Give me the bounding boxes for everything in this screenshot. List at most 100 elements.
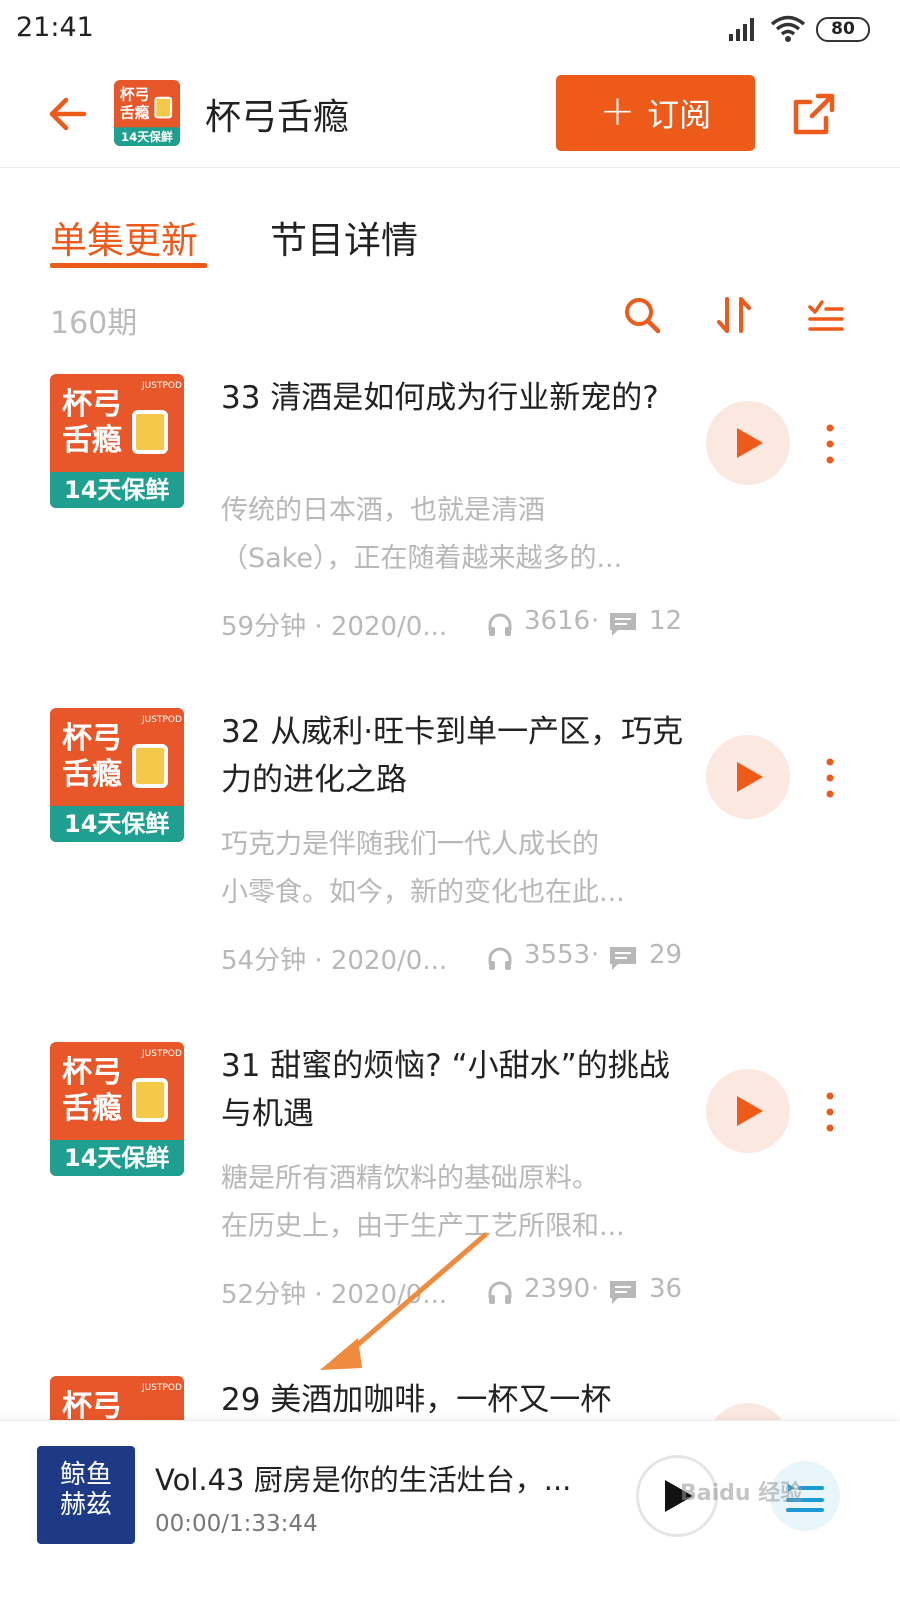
episode-item[interactable]: 杯弓 JUSTPOD 29 美酒加咖啡，一杯又一杯	[0, 1376, 900, 1420]
headphone-icon	[488, 1281, 512, 1304]
episode-cover: 杯弓 舌瘾 JUSTPOD 14天保鲜	[50, 1042, 184, 1176]
episode-count: 160期	[50, 306, 138, 341]
episode-play-button[interactable]	[706, 735, 790, 819]
episode-desc-line: 传统的日本酒，也就是清酒	[221, 495, 545, 526]
svg-text:14天保鲜: 14天保鲜	[121, 130, 173, 144]
episode-play-count: 3616	[524, 606, 591, 636]
more-vertical-icon[interactable]	[816, 1090, 844, 1134]
meta-separator: ·	[591, 606, 600, 636]
svg-text:舌瘾: 舌瘾	[62, 757, 122, 792]
episode-play-count: 2390	[524, 1274, 591, 1304]
watermark: Baidu 经验	[680, 1481, 803, 1506]
mini-player[interactable]: 鲸鱼 赫兹 Vol.43 厨房是你的生活灶台，... 00:00/1:33:44…	[0, 1420, 900, 1600]
episode-title[interactable]: 33 清酒是如何成为行业新宠的?	[221, 374, 691, 470]
headphone-icon	[488, 947, 512, 970]
episode-cover-art: 杯弓 JUSTPOD	[50, 1376, 184, 1420]
svg-text:14天保鲜: 14天保鲜	[64, 810, 169, 838]
svg-text:JUSTPOD: JUSTPOD	[141, 381, 182, 391]
svg-text:舌瘾: 舌瘾	[62, 1091, 122, 1126]
episode-desc-line: 巧克力是伴随我们一代人成长的	[221, 829, 599, 860]
share-icon[interactable]	[790, 90, 838, 138]
episode-play-button[interactable]	[706, 1069, 790, 1153]
svg-text:14天保鲜: 14天保鲜	[64, 1144, 169, 1172]
episode-play-button[interactable]	[706, 1403, 790, 1420]
episode-item[interactable]: 杯弓 舌瘾 JUSTPOD 14天保鲜 33 清酒是如何成为行业新宠的? 传统的…	[0, 374, 900, 708]
player-episode-title[interactable]: Vol.43 厨房是你的生活灶台，...	[155, 1457, 595, 1499]
meta-separator: ·	[591, 1274, 600, 1304]
tab-bar: 单集更新 节目详情	[0, 168, 900, 278]
play-icon	[737, 762, 763, 792]
episode-comment-count: 29	[649, 940, 683, 970]
episode-desc-line: 糖是所有酒精饮料的基础原料。	[221, 1163, 599, 1194]
player-cover: 鲸鱼 赫兹	[37, 1446, 135, 1544]
player-cover-text: 赫兹	[59, 1490, 112, 1520]
episode-cover-art: 杯弓 舌瘾 JUSTPOD 14天保鲜	[50, 1042, 184, 1176]
subscribe-label: 订阅	[647, 96, 712, 134]
episode-item[interactable]: 杯弓 舌瘾 JUSTPOD 14天保鲜 31 甜蜜的烦恼? “小甜水”的挑战与机…	[0, 1042, 900, 1376]
svg-text:14天保鲜: 14天保鲜	[64, 476, 169, 504]
episode-cover-art: 杯弓 舌瘾 JUSTPOD 14天保鲜	[50, 708, 184, 842]
episode-duration-date: 52分钟 · 2020/0...	[221, 1280, 448, 1310]
episode-desc-line: 小零食。如今，新的变化也在此...	[221, 877, 625, 908]
episode-item[interactable]: 杯弓 舌瘾 JUSTPOD 14天保鲜 32 从威利·旺卡到单一产区，巧克力的进…	[0, 708, 900, 1042]
episode-duration-date: 54分钟 · 2020/0...	[221, 946, 448, 976]
episode-desc-line: 在历史上，由于生产工艺所限和...	[221, 1211, 625, 1242]
player-cover-text: 鲸鱼	[59, 1460, 112, 1490]
episode-comment-count: 36	[649, 1274, 683, 1304]
episode-title[interactable]: 31 甜蜜的烦恼? “小甜水”的挑战与机遇	[221, 1042, 691, 1138]
podcast-title: 杯弓舌瘾	[205, 97, 350, 138]
svg-text:杯弓: 杯弓	[62, 387, 122, 422]
wifi-icon	[770, 15, 806, 42]
episode-title[interactable]: 32 从威利·旺卡到单一产区，巧克力的进化之路	[221, 708, 691, 804]
comment-icon	[610, 1281, 636, 1304]
episode-cover: 杯弓 舌瘾 JUSTPOD 14天保鲜	[50, 708, 184, 842]
episode-description: 传统的日本酒，也就是清酒 （Sake），正在随着越来越多的...	[221, 487, 681, 583]
episode-meta: 52分钟 · 2020/0... 2390 · 36	[221, 1274, 691, 1314]
headphone-icon	[488, 613, 512, 636]
episode-meta: 59分钟 · 2020/0... 3616 · 12	[221, 606, 691, 646]
player-progress-time: 00:00/1:33:44	[155, 1511, 318, 1537]
status-time: 21:41	[16, 12, 94, 43]
filter-list-icon[interactable]	[804, 293, 848, 337]
top-app-bar: 杯弓 舌瘾 14天保鲜 杯弓舌瘾 + 订阅	[0, 62, 900, 168]
episode-desc-line: （Sake），正在随着越来越多的...	[221, 543, 623, 574]
search-icon[interactable]	[620, 293, 664, 337]
signal-icon	[729, 18, 754, 41]
svg-text:舌瘾: 舌瘾	[62, 423, 122, 458]
tab-episodes[interactable]: 单集更新	[50, 210, 198, 264]
tab-indicator	[50, 263, 207, 268]
episode-description: 巧克力是伴随我们一代人成长的 小零食。如今，新的变化也在此...	[221, 821, 681, 917]
svg-text:舌瘾: 舌瘾	[120, 103, 150, 121]
episode-comment-count: 12	[649, 606, 683, 636]
episode-duration-date: 59分钟 · 2020/0...	[221, 612, 448, 642]
comment-icon	[610, 613, 636, 636]
play-icon	[737, 428, 763, 458]
episode-cover-art: 杯弓 舌瘾 JUSTPOD 14天保鲜	[50, 374, 184, 508]
svg-text:JUSTPOD: JUSTPOD	[141, 715, 182, 725]
status-bar: 21:41 80	[0, 0, 900, 62]
episode-description: 糖是所有酒精饮料的基础原料。 在历史上，由于生产工艺所限和...	[221, 1155, 681, 1251]
sort-icon[interactable]	[712, 293, 756, 337]
meta-separator: ·	[591, 940, 600, 970]
svg-text:杯弓: 杯弓	[120, 87, 150, 104]
svg-text:杯弓: 杯弓	[62, 721, 122, 756]
episode-meta: 54分钟 · 2020/0... 3553 · 29	[221, 940, 691, 980]
battery-indicator: 80	[816, 17, 870, 42]
subscribe-button[interactable]: + 订阅	[556, 75, 755, 151]
tab-details[interactable]: 节目详情	[270, 210, 418, 264]
svg-text:JUSTPOD: JUSTPOD	[141, 1383, 182, 1393]
more-vertical-icon[interactable]	[816, 756, 844, 800]
podcast-cover-art: 杯弓 舌瘾 14天保鲜	[114, 80, 180, 146]
episode-cover: 杯弓 舌瘾 JUSTPOD 14天保鲜	[50, 374, 184, 508]
podcast-cover: 杯弓 舌瘾 14天保鲜	[114, 80, 180, 146]
svg-text:杯弓: 杯弓	[62, 1055, 122, 1090]
episode-cover: 杯弓 JUSTPOD	[50, 1376, 184, 1420]
more-vertical-icon[interactable]	[816, 422, 844, 466]
plus-icon: +	[599, 86, 636, 135]
episode-play-button[interactable]	[706, 401, 790, 485]
svg-text:JUSTPOD: JUSTPOD	[141, 1049, 182, 1059]
back-arrow-icon[interactable]	[44, 90, 92, 138]
episode-title[interactable]: 29 美酒加咖啡，一杯又一杯	[221, 1376, 691, 1420]
comment-icon	[610, 947, 636, 970]
play-icon	[737, 1096, 763, 1126]
